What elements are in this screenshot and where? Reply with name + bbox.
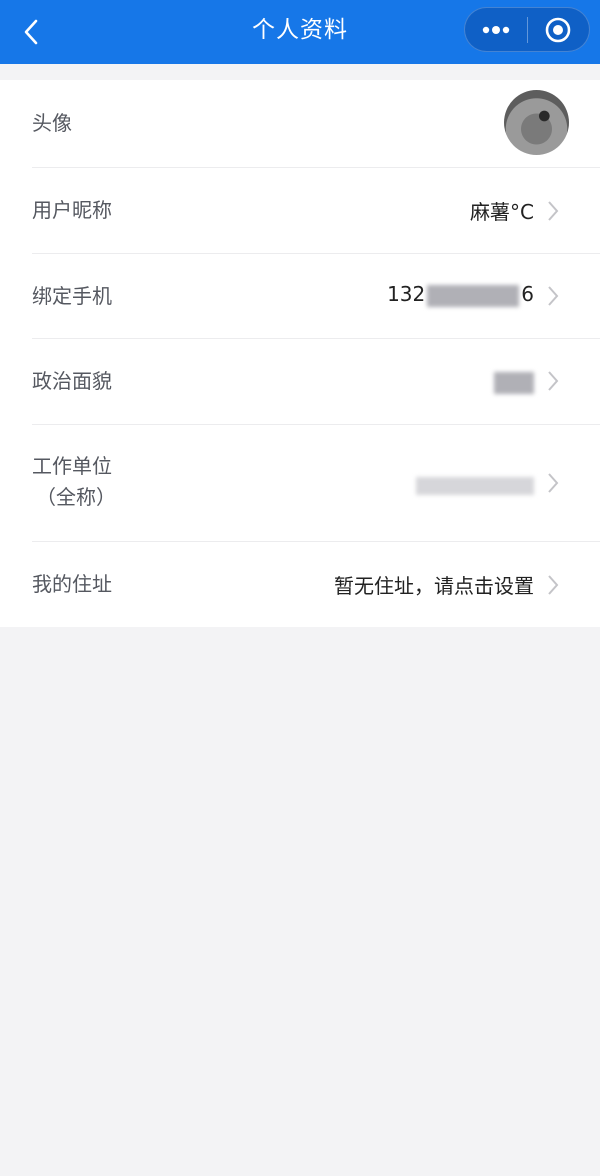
avatar-label: 头像 xyxy=(32,111,72,135)
work-unit-value xyxy=(416,472,534,496)
address-value: 暂无住址，请点击设置 xyxy=(334,574,534,598)
target-circle-icon xyxy=(545,17,571,42)
avatar[interactable] xyxy=(504,90,569,155)
more-dots-icon xyxy=(482,25,509,34)
profile-list: 头像 用户昵称 麻薯°C 绑定手机 132 6 政治面貌 工作单位 （全称） 我… xyxy=(0,80,600,627)
work-unit-row[interactable]: 工作单位 （全称） xyxy=(0,424,600,541)
phone-prefix: 132 xyxy=(387,282,426,306)
address-row[interactable]: 我的住址 暂无住址，请点击设置 xyxy=(0,541,600,627)
avatar-row[interactable]: 头像 xyxy=(0,80,600,167)
political-status-row[interactable]: 政治面貌 xyxy=(0,338,600,424)
navigation-bar: 个人资料 xyxy=(0,0,600,64)
phone-row[interactable]: 绑定手机 132 6 xyxy=(0,253,600,338)
nickname-label: 用户昵称 xyxy=(32,198,112,222)
work-unit-redaction xyxy=(416,476,534,495)
work-unit-label-suffix: （全称） xyxy=(36,485,116,509)
phone-label: 绑定手机 xyxy=(32,284,112,308)
phone-redaction xyxy=(427,284,520,307)
close-miniprogram-button[interactable] xyxy=(527,8,589,51)
political-status-value xyxy=(494,369,534,394)
nickname-value: 麻薯°C xyxy=(470,200,534,224)
political-status-redaction xyxy=(494,371,534,394)
nickname-row[interactable]: 用户昵称 麻薯°C xyxy=(0,167,600,253)
chevron-right-icon xyxy=(548,473,559,493)
phone-suffix: 6 xyxy=(521,282,534,306)
political-status-label: 政治面貌 xyxy=(32,369,112,393)
chevron-right-icon xyxy=(548,371,559,391)
chevron-right-icon xyxy=(548,201,559,221)
chevron-right-icon xyxy=(548,575,559,595)
chevron-right-icon xyxy=(548,286,559,306)
phone-value: 132 6 xyxy=(387,282,534,307)
work-unit-label: 工作单位 xyxy=(32,454,112,478)
miniprogram-capsule xyxy=(464,7,590,52)
more-button[interactable] xyxy=(465,8,527,51)
address-label: 我的住址 xyxy=(32,572,112,596)
